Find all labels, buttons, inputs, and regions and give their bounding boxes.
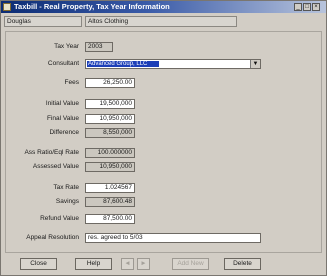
- savings-field: 87,600.48: [85, 197, 135, 207]
- consultant-selected-value: Advanced Group, LLC: [87, 61, 159, 67]
- minimize-button[interactable]: _: [294, 3, 302, 11]
- tax-year-label: Tax Year: [54, 43, 79, 50]
- consultant-dropdown[interactable]: Advanced Group, LLC ▼: [85, 59, 261, 69]
- refund-value-label: Refund Value: [40, 215, 79, 222]
- ratio-field: 100.000000: [85, 148, 135, 158]
- tax-rate-input[interactable]: 1.024567: [85, 183, 135, 193]
- county-field: Douglas: [4, 16, 82, 27]
- appeal-resolution-input[interactable]: res. agreed to 5/03: [85, 233, 261, 243]
- tax-year-window: Taxbill - Real Property, Tax Year Inform…: [0, 0, 327, 276]
- fees-label: Fees: [64, 79, 79, 86]
- appeal-resolution-label: Appeal Resolution: [26, 234, 79, 241]
- property-name-field: Altos Clothing: [85, 16, 237, 27]
- help-button[interactable]: Help: [75, 258, 112, 270]
- title-bar[interactable]: Taxbill - Real Property, Tax Year Inform…: [1, 1, 326, 13]
- refund-value-input[interactable]: 87,500.00: [85, 214, 135, 224]
- difference-field: 8,550,000: [85, 128, 135, 138]
- arrow-left-icon[interactable]: ◄: [121, 258, 134, 270]
- window-app-icon: [3, 3, 11, 11]
- fees-input[interactable]: 26,250.00: [85, 78, 135, 88]
- delete-button[interactable]: Delete: [224, 258, 261, 270]
- assessed-value-field: 10,950,000: [85, 162, 135, 172]
- initial-value-input[interactable]: 19,500,000: [85, 99, 135, 109]
- initial-value-label: Initial Value: [45, 100, 79, 107]
- final-value-input[interactable]: 10,950,000: [85, 114, 135, 124]
- savings-label: Savings: [55, 198, 79, 205]
- difference-label: Difference: [49, 129, 79, 136]
- close-window-button[interactable]: ×: [312, 3, 320, 11]
- maximize-button[interactable]: □: [303, 3, 311, 11]
- add-new-button[interactable]: Add New: [172, 258, 209, 270]
- arrow-right-icon[interactable]: ►: [137, 258, 150, 270]
- consultant-label: Consultant: [47, 60, 79, 67]
- final-value-label: Final Value: [46, 115, 79, 122]
- tax-year-field: 2003: [85, 42, 113, 52]
- close-button[interactable]: Close: [20, 258, 57, 270]
- chevron-down-icon[interactable]: ▼: [250, 60, 260, 68]
- assessed-value-label: Assessed Value: [32, 163, 79, 170]
- window-title: Taxbill - Real Property, Tax Year Inform…: [14, 2, 170, 11]
- ratio-label: Ass Ratio/Eql Rate: [24, 149, 79, 156]
- tax-rate-label: Tax Rate: [53, 184, 79, 191]
